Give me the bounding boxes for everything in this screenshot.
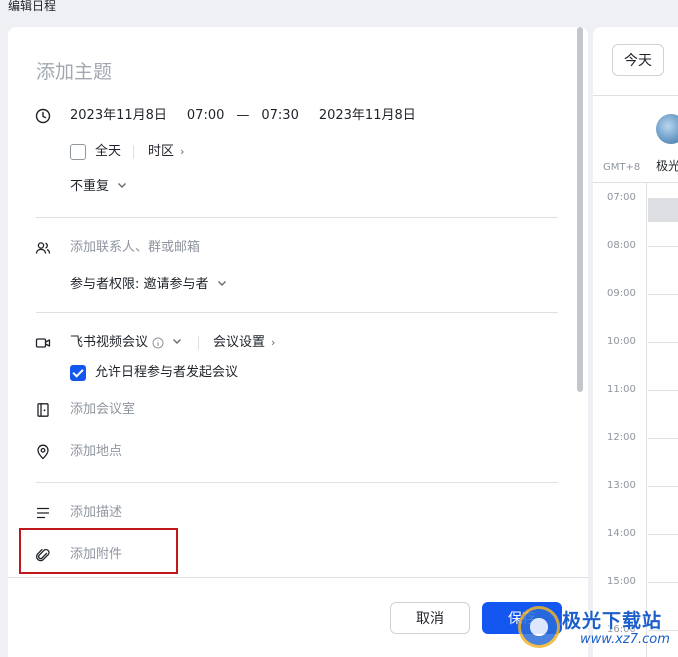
hour-label: 13:00 <box>607 480 636 491</box>
meeting-settings-link[interactable]: 会议设置 › <box>213 334 275 352</box>
today-button[interactable]: 今天 <box>612 44 664 76</box>
all-day-checkbox[interactable] <box>70 144 86 160</box>
window-title: 编辑日程 <box>8 0 57 13</box>
hour-label: 15:00 <box>607 576 636 587</box>
footer-divider <box>8 577 588 578</box>
divider <box>36 482 558 483</box>
permission-select[interactable]: 参与者权限: 邀请参与者 <box>70 276 227 294</box>
hour-gridline <box>648 630 678 631</box>
chevron-right-icon: › <box>271 336 276 349</box>
hour-gridline <box>648 342 678 343</box>
people-icon <box>34 239 52 257</box>
location-input[interactable]: 添加地点 <box>70 443 122 461</box>
permission-label: 参与者权限: 邀请参与者 <box>70 277 209 292</box>
hour-gridline <box>648 246 678 247</box>
all-day-label: 全天 <box>95 144 122 159</box>
end-time[interactable]: 07:30 <box>261 107 298 125</box>
separator-bar <box>133 145 135 159</box>
divider <box>36 312 558 313</box>
description-lines-icon <box>34 504 52 522</box>
allow-start-checkbox[interactable] <box>70 365 86 381</box>
hour-gridline <box>648 390 678 391</box>
cancel-button[interactable]: 取消 <box>390 602 470 634</box>
video-meeting-select[interactable]: 飞书视频会议 <box>70 334 148 352</box>
event-title-input[interactable]: 添加主题 <box>36 60 536 84</box>
location-pin-icon <box>34 443 52 461</box>
hour-gridline <box>648 582 678 583</box>
time-column-divider <box>646 183 647 657</box>
chevron-right-icon: › <box>180 145 185 158</box>
meeting-room-icon <box>34 401 52 419</box>
timezone-label: 时区 <box>148 144 175 159</box>
calendar-days-divider <box>593 182 678 183</box>
clock-icon <box>34 107 52 125</box>
time-separator: — <box>236 108 250 123</box>
hour-gridline <box>648 294 678 295</box>
hour-label: 11:00 <box>607 384 636 395</box>
hour-gridline <box>648 486 678 487</box>
start-date[interactable]: 2023年11月8日 <box>70 107 167 125</box>
chevron-down-icon[interactable] <box>172 334 182 352</box>
calendar-header-divider <box>593 95 678 96</box>
allday-timezone-row: 全天 时区 › <box>70 143 184 161</box>
description-input[interactable]: 添加描述 <box>70 504 122 522</box>
hour-label: 16:00 <box>607 624 636 635</box>
hour-label: 09:00 <box>607 288 636 299</box>
timezone-link[interactable]: 时区 › <box>148 143 184 161</box>
paperclip-icon <box>34 546 52 564</box>
hour-label: 08:00 <box>607 240 636 251</box>
hour-label: 07:00 <box>607 192 636 203</box>
save-button[interactable]: 保存 <box>482 602 562 634</box>
allow-start-row: 允许日程参与者发起会议 <box>70 364 238 382</box>
hour-gridline <box>648 438 678 439</box>
divider <box>36 217 558 218</box>
hour-gridline <box>648 534 678 535</box>
user-name: 极光 <box>656 159 678 173</box>
event-block[interactable] <box>648 198 678 222</box>
meeting-settings-label: 会议设置 <box>213 335 266 350</box>
start-time[interactable]: 07:00 <box>187 107 224 125</box>
allow-start-label: 允许日程参与者发起会议 <box>95 365 239 380</box>
hour-label: 12:00 <box>607 432 636 443</box>
video-meeting-label: 飞书视频会议 <box>70 335 149 350</box>
attachment-input[interactable]: 添加附件 <box>70 546 122 564</box>
editor-scrollbar[interactable] <box>577 27 583 392</box>
attendees-input[interactable]: 添加联系人、群或邮箱 <box>70 239 200 257</box>
chevron-down-icon <box>217 276 227 294</box>
video-meeting-row: 飞书视频会议 会议设置 › <box>70 334 275 352</box>
hour-label: 10:00 <box>607 336 636 347</box>
repeat-label: 不重复 <box>70 179 110 194</box>
hour-label: 14:00 <box>607 528 636 539</box>
info-icon[interactable] <box>152 337 164 349</box>
chevron-down-icon <box>117 178 127 196</box>
separator-bar <box>198 336 200 350</box>
avatar[interactable] <box>656 114 678 144</box>
timezone-label: GMT+8 <box>603 162 641 173</box>
room-input[interactable]: 添加会议室 <box>70 401 135 419</box>
repeat-select[interactable]: 不重复 <box>70 178 127 196</box>
datetime-row: 2023年11月8日 07:00 — 07:30 2023年11月8日 <box>70 107 416 125</box>
end-date[interactable]: 2023年11月8日 <box>319 107 416 125</box>
video-camera-icon <box>34 334 52 352</box>
